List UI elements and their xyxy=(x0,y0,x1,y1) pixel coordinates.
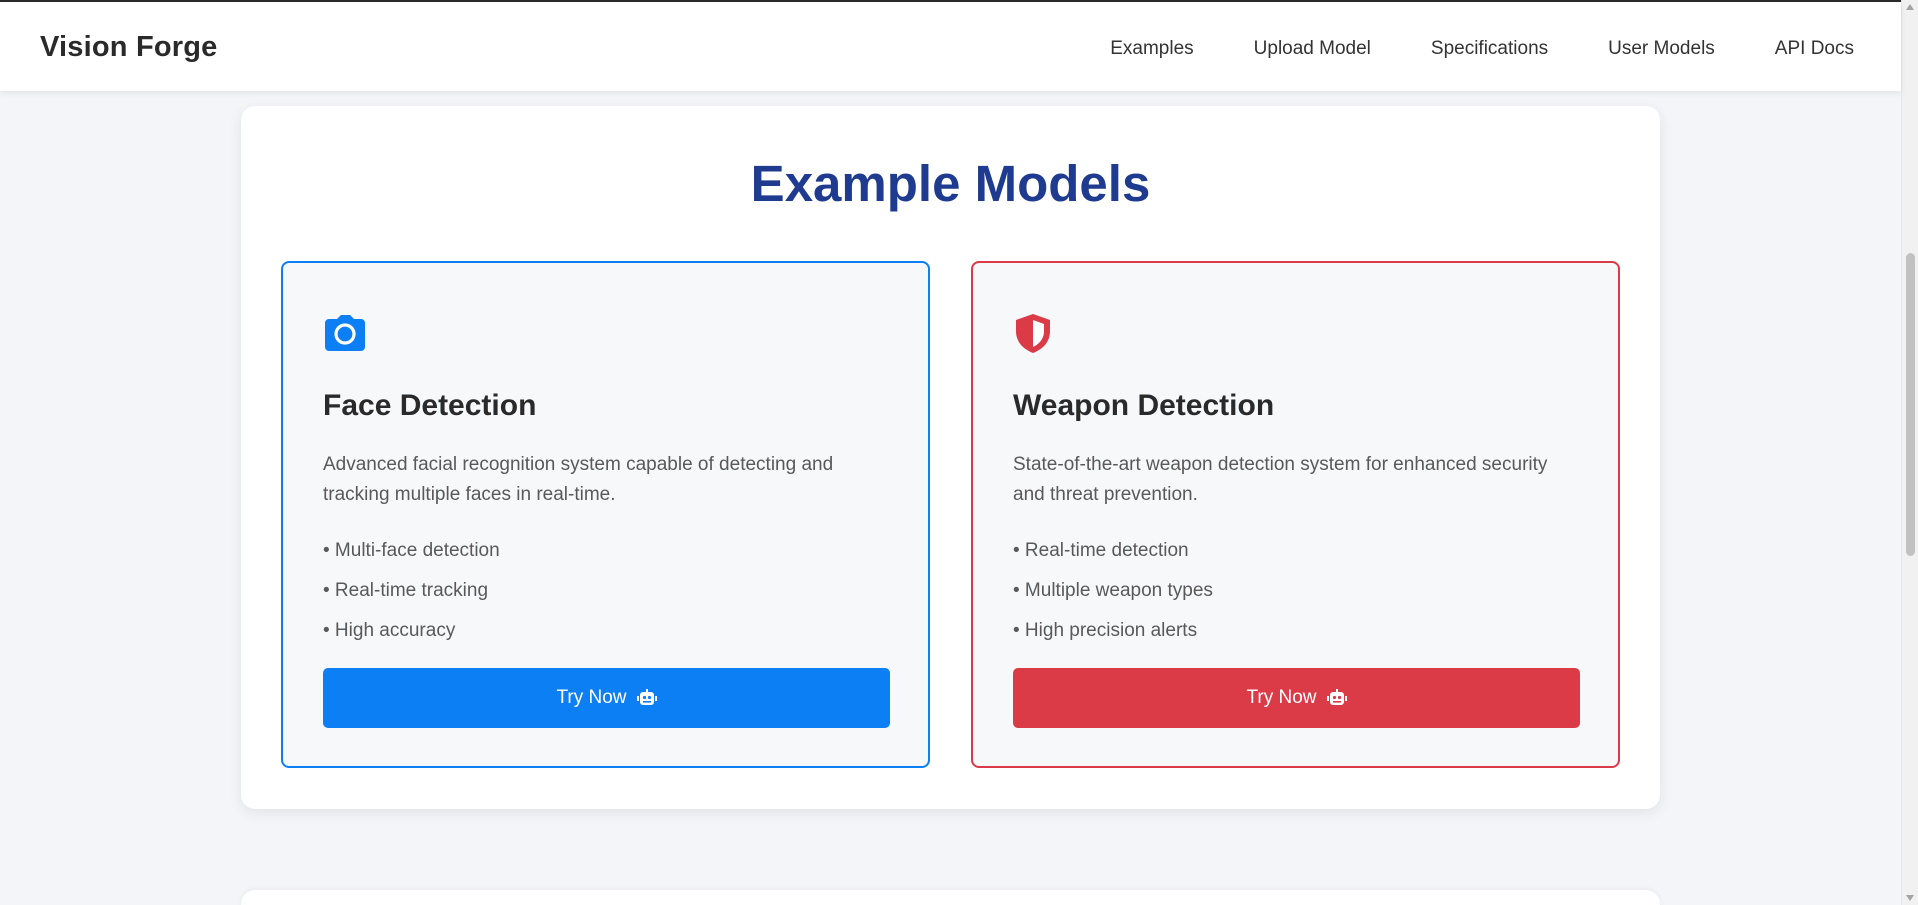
feature-item: • Real-time tracking xyxy=(323,580,489,601)
navbar: Vision Forge Examples Upload Model Speci… xyxy=(0,2,1901,91)
feature-item: • High precision alerts xyxy=(1013,620,1198,641)
scrollbar-thumb[interactable] xyxy=(1906,253,1915,556)
scroll-up-arrow-icon[interactable] xyxy=(1906,4,1914,10)
page: Vision Forge Examples Upload Model Speci… xyxy=(0,0,1918,905)
robot-icon xyxy=(636,689,657,705)
button-label: Try Now xyxy=(556,687,627,708)
next-section-card xyxy=(241,890,1660,905)
vertical-scrollbar[interactable] xyxy=(1901,0,1918,905)
card-title: Weapon Detection xyxy=(1013,389,1275,422)
feature-item: • Multiple weapon types xyxy=(1013,580,1213,601)
nav-link-specifications[interactable]: Specifications xyxy=(1431,38,1548,60)
brand-logo-text[interactable]: Vision Forge xyxy=(40,31,218,64)
try-now-weapon-detection-button[interactable]: Try Now xyxy=(1013,668,1580,728)
nav-link-user-models[interactable]: User Models xyxy=(1608,38,1715,60)
feature-item: • Multi-face detection xyxy=(323,540,500,561)
feature-list: • Multi-face detection • Real-time track… xyxy=(323,531,500,651)
section-title: Example Models xyxy=(750,155,1151,212)
feature-list: • Real-time detection • Multiple weapon … xyxy=(1013,531,1213,651)
feature-item: • High accuracy xyxy=(323,620,456,641)
feature-item: • Real-time detection xyxy=(1013,540,1189,561)
weapon-detection-card: Weapon Detection State-of-the-art weapon… xyxy=(971,261,1620,768)
nav-link-upload-model[interactable]: Upload Model xyxy=(1254,38,1371,60)
card-title: Face Detection xyxy=(323,389,537,422)
nav-links: Examples Upload Model Specifications Use… xyxy=(1110,38,1854,60)
nav-link-examples[interactable]: Examples xyxy=(1110,38,1193,60)
example-models-section: Example Models Face Detection Advanced f… xyxy=(241,106,1660,809)
button-label: Try Now xyxy=(1246,687,1317,708)
camera-icon xyxy=(325,315,365,351)
nav-link-api-docs[interactable]: API Docs xyxy=(1775,38,1854,60)
card-description: Advanced facial recognition system capab… xyxy=(323,454,834,505)
face-detection-card: Face Detection Advanced facial recogniti… xyxy=(281,261,930,768)
try-now-face-detection-button[interactable]: Try Now xyxy=(323,668,890,728)
shield-icon xyxy=(1016,314,1050,353)
scroll-down-arrow-icon[interactable] xyxy=(1906,895,1914,901)
card-description: State-of-the-art weapon detection system… xyxy=(1013,454,1548,505)
robot-icon xyxy=(1326,689,1347,705)
